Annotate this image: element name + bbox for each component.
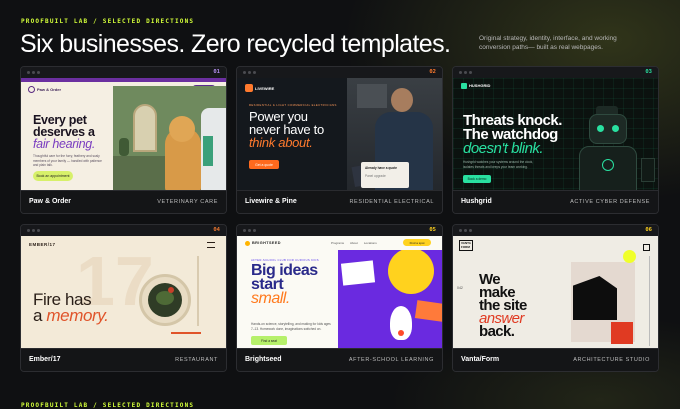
card-number: 01 <box>213 69 220 75</box>
preview-logo: EMBER/17 <box>29 242 56 247</box>
plate-image <box>139 274 191 326</box>
preview-body: Hushgrid watches your systems around the… <box>463 160 534 169</box>
preview-headline-accent: fair hearing. <box>33 137 96 151</box>
browser-chrome: 05 <box>237 225 442 236</box>
project-preview[interactable]: LIVEWIRE RESIDENTIAL & LIGHT COMMERCIAL … <box>237 78 442 192</box>
project-preview[interactable]: VANTA FORM 042 We make the site answer b… <box>453 236 658 350</box>
paw-logo-icon <box>28 86 35 93</box>
watchdog-robot-head <box>589 114 627 144</box>
project-card-vantaform[interactable]: 06 VANTA FORM 042 We make the site answe… <box>452 224 659 372</box>
seed-logo-icon <box>245 241 250 246</box>
preview-headline-accent: small. <box>251 290 290 307</box>
preview-nav-item: Locations <box>363 241 377 245</box>
card-footer: Vanta/Form ARCHITECTURE STUDIO <box>453 348 658 371</box>
menu-icon <box>207 242 215 248</box>
card-name: Ember/17 <box>29 356 61 363</box>
preview-cta: Get a quote <box>249 160 279 169</box>
preview-headline-accent: memory. <box>46 306 109 325</box>
preview-headline-2: a <box>33 306 43 325</box>
page-eyebrow: PROOFBUILT LAB / SELECTED DIRECTIONS <box>21 18 195 25</box>
card-number: 06 <box>645 227 652 233</box>
project-card-paw-order[interactable]: 01 Paw & Order Book a visit Every pet de… <box>20 66 227 214</box>
preview-headline-accent: doesn't blink. <box>463 140 544 157</box>
preview-nav: Programs About Locations <box>331 241 377 245</box>
preview-body: Hands-on science, storytelling, and maki… <box>251 322 331 331</box>
card-category: ACTIVE CYBER DEFENSE <box>570 199 650 205</box>
preview-cta: Book an appointment <box>33 171 73 181</box>
preview-nav-button: Find a spot <box>403 239 431 246</box>
project-card-brightseed[interactable]: 05 BRIGHTSEED Programs About Locations F… <box>236 224 443 372</box>
sun-circle <box>623 250 636 263</box>
watchdog-robot-body <box>579 146 637 192</box>
browser-chrome: 06 <box>453 225 658 236</box>
preview-nav-item: About <box>350 241 358 245</box>
browser-chrome: 01 <box>21 67 226 78</box>
card-name: Vanta/Form <box>461 356 500 363</box>
footer-eyebrow: PROOFBUILT LAB / SELECTED DIRECTIONS <box>21 402 195 409</box>
card-category: AFTER-SCHOOL LEARNING <box>348 357 434 363</box>
browser-chrome: 03 <box>453 67 658 78</box>
preview-quote-card: Already have a quote Panel upgrade <box>361 162 409 188</box>
hushgrid-logo-icon <box>461 83 467 89</box>
preview-body: Thoughtful care for the furry, feathery … <box>33 154 102 167</box>
preview-logo: Paw & Order <box>37 87 62 92</box>
project-preview[interactable]: EMBER/17 17 Fire has a memory. <box>21 236 226 350</box>
card-name: Hushgrid <box>461 198 492 205</box>
card-category: RESIDENTIAL ELECTRICAL <box>349 199 434 205</box>
preview-card-sub: Panel upgrade <box>365 174 386 178</box>
card-number: 04 <box>213 227 220 233</box>
card-name: Paw & Order <box>29 198 72 205</box>
preview-cta: Book a demo <box>463 175 491 183</box>
project-card-livewire-pine[interactable]: 02 LIVEWIRE RESIDENTIAL & LIGHT COMMERCI… <box>236 66 443 214</box>
card-number: 05 <box>429 227 436 233</box>
card-footer: Hushgrid ACTIVE CYBER DEFENSE <box>453 190 658 213</box>
card-number: 03 <box>645 69 652 75</box>
preview-side-number: 042 <box>457 286 463 290</box>
preview-headline-accent: think about. <box>249 135 313 150</box>
browser-chrome: 02 <box>237 67 442 78</box>
red-block <box>611 322 633 344</box>
project-preview[interactable]: Paw & Order Book a visit Every pet deser… <box>21 78 226 192</box>
dog-photo <box>113 86 226 192</box>
brightseed-illustration <box>338 250 442 350</box>
browser-chrome: 04 <box>21 225 226 236</box>
card-number: 02 <box>429 69 436 75</box>
card-footer: Livewire & Pine RESIDENTIAL ELECTRICAL <box>237 190 442 213</box>
preview-logo: VANTA FORM <box>459 240 473 251</box>
project-preview[interactable]: BRIGHTSEED Programs About Locations Find… <box>237 236 442 350</box>
card-category: VETERINARY CARE <box>157 199 218 205</box>
page-intro: Original strategy, identity, interface, … <box>479 35 617 51</box>
card-name: Livewire & Pine <box>245 198 297 205</box>
preview-eyebrow: RESIDENTIAL & LIGHT COMMERCIAL ELECTRICI… <box>249 103 337 107</box>
card-category: ARCHITECTURE STUDIO <box>573 357 650 363</box>
preview-card-text: Already have a quote <box>365 166 398 170</box>
page-title: Six businesses. Zero recycled templates. <box>20 30 451 58</box>
card-category: RESTAURANT <box>175 357 218 363</box>
preview-logo: BRIGHTSEED <box>252 241 281 245</box>
project-card-hushgrid[interactable]: 03 HUSHGRID Threats knock. The watchdog … <box>452 66 659 214</box>
preview-logo: HUSHGRID <box>469 83 491 88</box>
project-preview[interactable]: HUSHGRID Threats knock. The watchdog doe… <box>453 78 658 192</box>
preview-nav-item: Programs <box>331 241 345 245</box>
menu-icon <box>643 244 650 251</box>
preview-logo: LIVEWIRE <box>255 86 275 91</box>
card-footer: Ember/17 RESTAURANT <box>21 348 226 371</box>
card-footer: Brightseed AFTER-SCHOOL LEARNING <box>237 348 442 371</box>
project-card-ember17[interactable]: 04 EMBER/17 17 Fire has a memory. Ember/… <box>20 224 227 372</box>
card-footer: Paw & Order VETERINARY CARE <box>21 190 226 213</box>
livewire-logo-icon <box>245 84 253 92</box>
preview-cta: Find a seat <box>251 336 287 345</box>
card-name: Brightseed <box>245 356 282 363</box>
